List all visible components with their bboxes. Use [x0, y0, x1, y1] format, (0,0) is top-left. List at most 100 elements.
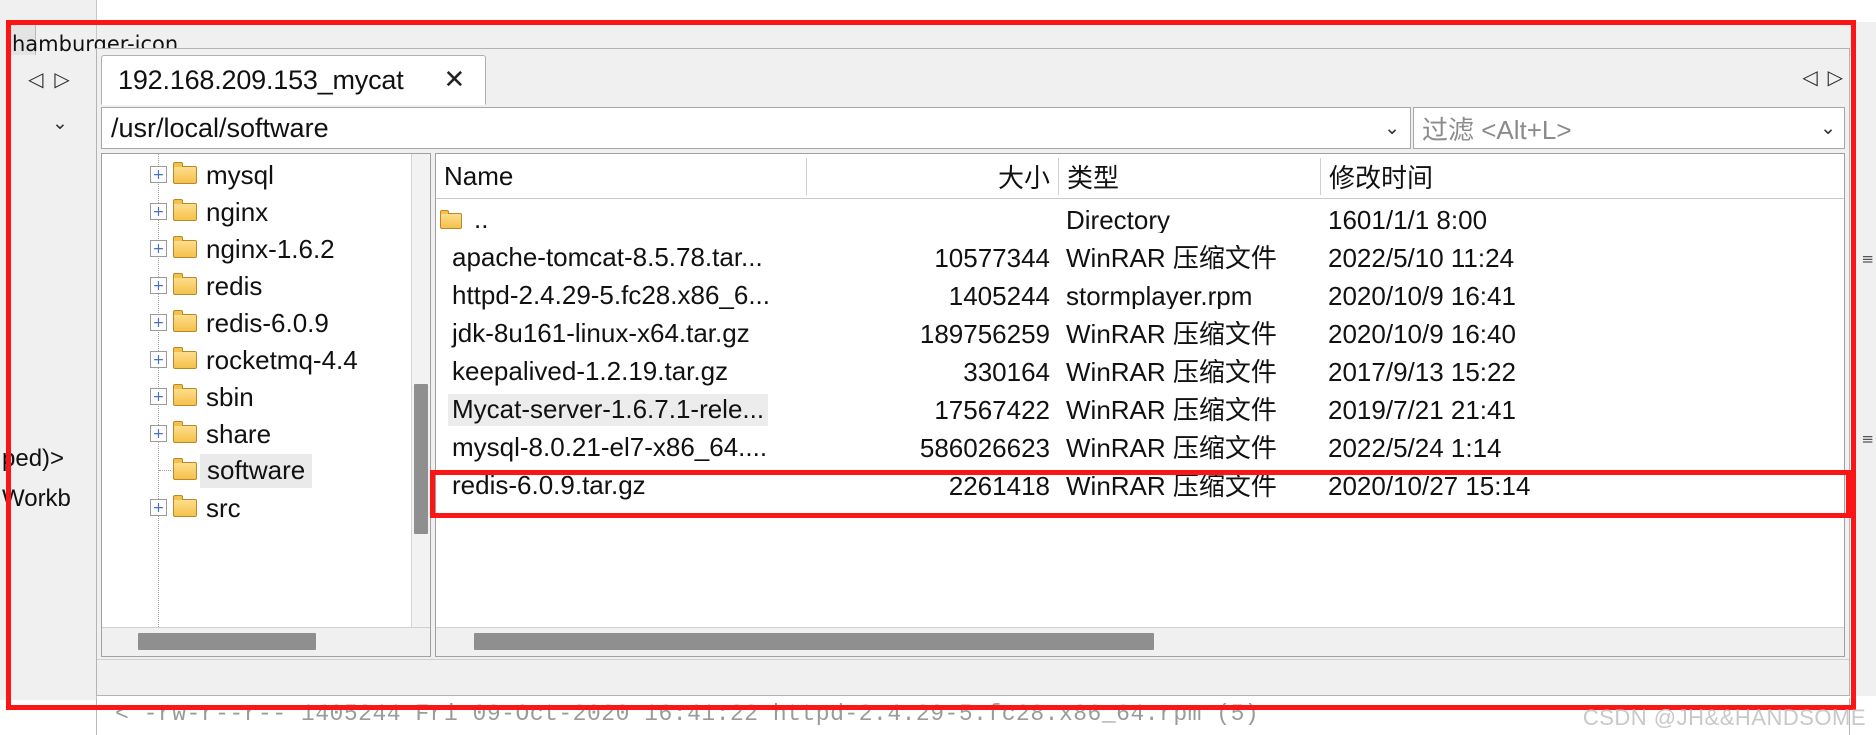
file-list-body[interactable]: .. Directory 1601/1/1 8:00 apache-tomcat-8.…: [436, 199, 1844, 627]
table-row[interactable]: .. Directory 1601/1/1 8:00: [436, 201, 1844, 239]
left-combo-chevron-icon[interactable]: ⌄: [52, 112, 68, 134]
chevron-down-icon[interactable]: ⌄: [1384, 117, 1400, 139]
cell-file-size: 189756259: [919, 321, 1050, 347]
tree-expand-plus-icon[interactable]: +: [150, 388, 167, 405]
tree-expand-plus-icon[interactable]: +: [150, 314, 167, 331]
table-row[interactable]: redis-6.0.9.tar.gz 2261418 WinRAR 压缩文件 2020…: [436, 467, 1844, 505]
cell-file-name: ..: [436, 204, 806, 236]
cell-file-type: WinRAR 压缩文件: [1066, 473, 1277, 499]
file-name-label: mysql-8.0.21-el7-x86_64....: [452, 432, 768, 462]
tree-item-rocketmq-4-4[interactable]: + rocketmq-4.4: [102, 341, 430, 378]
cell-file-name: mysql-8.0.21-el7-x86_64....: [436, 432, 806, 464]
filter-placeholder: 过滤 <Alt+L>: [1422, 114, 1572, 145]
tree-scroll-thumb[interactable]: [414, 384, 428, 534]
tree-item-mysql[interactable]: + mysql: [102, 156, 430, 193]
tree-item-nginx[interactable]: + nginx: [102, 193, 430, 230]
tab-label: 192.168.209.153_mycat: [118, 64, 404, 95]
folder-icon: [173, 420, 197, 443]
column-header-size[interactable]: 大小: [806, 157, 1058, 195]
folder-icon: [173, 383, 197, 406]
folder-icon: [173, 235, 197, 258]
tree-expand-plus-icon[interactable]: +: [150, 425, 167, 442]
tree-expand-plus-icon[interactable]: +: [150, 166, 167, 183]
tree-vertical-scrollbar[interactable]: [411, 154, 430, 627]
tree-connector-line: [159, 470, 171, 471]
right-edge-glyph-2: ≡: [1861, 430, 1874, 448]
path-value: /usr/local/software: [111, 112, 329, 143]
tree-expand-plus-icon[interactable]: +: [150, 351, 167, 368]
tabbar-scroll-right-icon[interactable]: ▷: [1828, 65, 1843, 89]
tab-bar: 192.168.209.153_mycat ✕ ◁ ▷: [97, 49, 1849, 105]
tree-item-label: mysql: [206, 159, 274, 190]
cell-file-type: WinRAR 压缩文件: [1066, 321, 1277, 347]
tree-item-sbin[interactable]: + sbin: [102, 378, 430, 415]
tree-item-label: software: [200, 453, 313, 488]
file-list-pane: Name 大小 类型 修改时间 .. Directory 1601/1/1 8:00…: [435, 153, 1845, 657]
column-header-name[interactable]: Name: [436, 161, 806, 192]
tree-item-label: sbin: [206, 381, 254, 412]
tree-item-redis[interactable]: + redis: [102, 267, 430, 304]
tree-item-nginx-1-6-2[interactable]: + nginx-1.6.2: [102, 230, 430, 267]
folder-icon: [173, 494, 197, 517]
cell-modified-time: 2022/5/10 11:24: [1328, 245, 1515, 271]
tree-horizontal-scrollbar[interactable]: [102, 627, 430, 656]
folder-icon: [173, 346, 197, 369]
tree-expand-plus-icon[interactable]: +: [150, 277, 167, 294]
cell-file-size: 17567422: [934, 397, 1050, 423]
table-row[interactable]: jdk-8u161-linux-x64.tar.gz 189756259 WinRA…: [436, 315, 1844, 353]
folder-icon: [173, 457, 197, 480]
directory-tree[interactable]: + mysql + nginx + nginx-1.6.2 + redis + redis-6.0…: [102, 154, 430, 627]
tree-item-software[interactable]: software: [102, 452, 430, 489]
table-row[interactable]: Mycat-server-1.6.7.1-rele... 17567422 WinR…: [436, 391, 1844, 429]
nav-arrows: ◁ ▷: [28, 62, 88, 96]
folder-icon: [173, 161, 197, 184]
filter-input[interactable]: 过滤 <Alt+L> ⌄: [1413, 107, 1845, 149]
watermark: CSDN @JH&&HANDSOME: [1582, 705, 1866, 730]
cell-modified-time: 2019/7/21 21:41: [1328, 397, 1516, 423]
tree-expand-plus-icon[interactable]: +: [150, 240, 167, 257]
folder-icon: [440, 210, 462, 229]
column-header-type[interactable]: 类型: [1058, 157, 1320, 195]
tabbar-scroll-arrows: ◁ ▷: [1802, 65, 1843, 89]
file-list-hscroll-thumb[interactable]: [474, 633, 1154, 650]
file-name-label: Mycat-server-1.6.7.1-rele...: [448, 394, 769, 426]
background-text-line-1: ped)>: [2, 445, 65, 472]
tree-item-share[interactable]: + share: [102, 415, 430, 452]
table-row[interactable]: apache-tomcat-8.5.78.tar... 10577344 WinRA…: [436, 239, 1844, 277]
tree-hscroll-thumb[interactable]: [138, 633, 316, 650]
table-row[interactable]: mysql-8.0.21-el7-x86_64.... 586026623 WinR…: [436, 429, 1844, 467]
tree-item-label: rocketmq-4.4: [206, 344, 358, 375]
cell-file-size: 10577344: [934, 245, 1050, 271]
background-text-line-2: Workb: [2, 485, 71, 512]
file-list-horizontal-scrollbar[interactable]: [436, 627, 1844, 656]
cell-file-name: Mycat-server-1.6.7.1-rele...: [436, 394, 806, 426]
tree-expand-plus-icon[interactable]: +: [150, 499, 167, 516]
right-edge-glyph-1: ≡: [1861, 250, 1874, 268]
close-icon[interactable]: ✕: [444, 67, 466, 93]
table-row[interactable]: httpd-2.4.29-5.fc28.x86_6... 1405244 storm…: [436, 277, 1844, 315]
folder-icon: [173, 198, 197, 221]
path-input[interactable]: /usr/local/software ⌄: [101, 107, 1411, 149]
screenshot-root: hamburger-icon ◁ ▷ ⌄ ped)> Workb ≡ ≡ 192…: [0, 0, 1876, 735]
tabbar-scroll-left-icon[interactable]: ◁: [1802, 65, 1817, 89]
cell-modified-time: 2022/5/24 1:14: [1328, 435, 1502, 461]
tree-item-src[interactable]: + src: [102, 489, 430, 526]
file-name-label: jdk-8u161-linux-x64.tar.gz: [452, 318, 750, 348]
terminal-log-line: < -rw-r--r-- 1405244 Fri 09-Oct-2020 16:…: [115, 701, 1260, 727]
nav-forward-icon[interactable]: ▷: [54, 67, 69, 91]
directory-tree-pane: + mysql + nginx + nginx-1.6.2 + redis + redis-6.0…: [101, 153, 431, 657]
file-name-label: apache-tomcat-8.5.78.tar...: [452, 242, 763, 272]
tree-item-redis-6-0-9[interactable]: + redis-6.0.9: [102, 304, 430, 341]
cell-file-size: 330164: [963, 359, 1050, 385]
cell-file-type: stormplayer.rpm: [1066, 283, 1253, 309]
filter-chevron-down-icon[interactable]: ⌄: [1820, 117, 1836, 139]
cell-file-name: apache-tomcat-8.5.78.tar...: [436, 242, 806, 274]
column-header-modified[interactable]: 修改时间: [1320, 157, 1844, 195]
tree-item-label: src: [206, 492, 241, 523]
cell-file-name: redis-6.0.9.tar.gz: [436, 470, 806, 502]
tab-session-active[interactable]: 192.168.209.153_mycat ✕: [101, 55, 486, 105]
tree-item-label: redis-6.0.9: [206, 307, 329, 338]
nav-back-icon[interactable]: ◁: [28, 67, 43, 91]
tree-expand-plus-icon[interactable]: +: [150, 203, 167, 220]
table-row[interactable]: keepalived-1.2.19.tar.gz 330164 WinRAR 压缩文…: [436, 353, 1844, 391]
